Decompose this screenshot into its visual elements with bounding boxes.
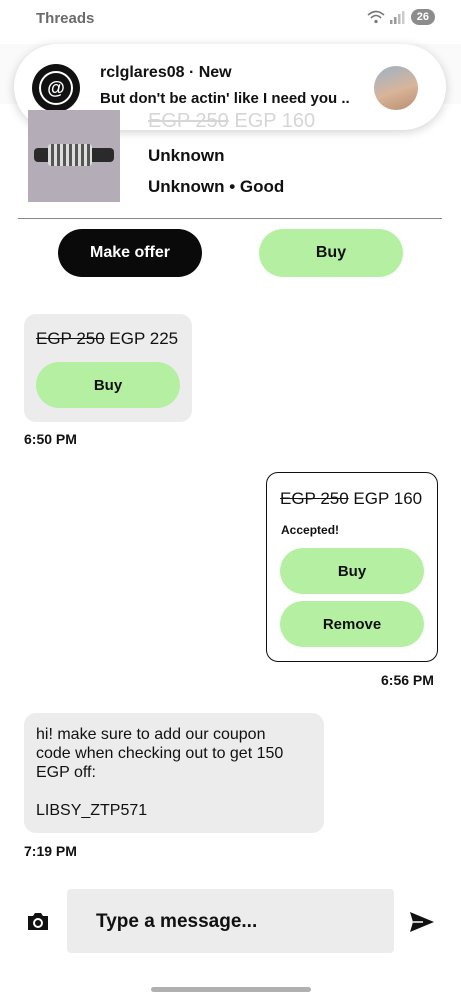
product-original-price: EGP 250 <box>148 110 229 132</box>
offer-price-line: EGP 250 EGP 160 <box>280 489 422 509</box>
send-icon[interactable] <box>409 910 435 934</box>
offer-bubble-accepted: EGP 250 EGP 160 Accepted! Buy Remove <box>266 472 438 662</box>
message-line: hi! make sure to add our coupon <box>36 726 266 743</box>
wifi-icon <box>367 10 385 24</box>
offer-buy-button[interactable]: Buy <box>280 548 424 594</box>
make-offer-button[interactable]: Make offer <box>58 229 202 277</box>
notification-avatar <box>374 66 418 110</box>
product-current-price: EGP 160 <box>234 110 316 132</box>
divider <box>18 218 442 219</box>
message-bubble: hi! make sure to add our coupon code whe… <box>24 713 324 833</box>
product-meta: Unknown • Good <box>148 177 285 196</box>
offer-original-price: EGP 250 <box>36 329 105 348</box>
message-line-gap <box>36 782 312 801</box>
message-line: EGP off: <box>36 764 96 781</box>
offer-remove-button[interactable]: Remove <box>280 601 424 647</box>
signal-icon <box>389 11 405 24</box>
offer-status: Accepted! <box>281 523 340 537</box>
product-image[interactable] <box>28 110 120 202</box>
message-time: 6:56 PM <box>381 672 434 688</box>
product-brand: Unknown <box>148 146 225 165</box>
message-input[interactable]: Type a message... <box>67 889 394 953</box>
buy-button[interactable]: Buy <box>259 229 403 277</box>
status-icons: 26 <box>367 9 435 25</box>
offer-bubble: EGP 250 EGP 225 Buy <box>24 314 192 422</box>
offer-price: EGP 160 <box>353 489 423 508</box>
message-time: 6:50 PM <box>24 431 77 447</box>
message-time: 7:19 PM <box>24 843 77 859</box>
offer-price-line: EGP 250 EGP 225 <box>36 329 178 349</box>
home-indicator[interactable] <box>151 987 311 992</box>
message-line: code when checking out to get 150 <box>36 745 284 762</box>
threads-logo-icon: @ <box>32 64 80 112</box>
product-price: EGP 250 EGP 160 <box>148 110 315 133</box>
camera-icon[interactable] <box>26 910 50 932</box>
status-bar: Threads 26 <box>0 0 461 38</box>
offer-price: EGP 225 <box>109 329 179 348</box>
notification-title: rclglares08 · New <box>100 64 232 81</box>
coupon-code[interactable]: LIBSY_ZTP571 <box>36 801 312 820</box>
offer-buy-button[interactable]: Buy <box>36 362 180 408</box>
message-input-placeholder: Type a message... <box>96 911 258 932</box>
status-app-name: Threads <box>36 10 95 27</box>
battery-badge: 26 <box>410 9 435 25</box>
belt-studs <box>48 144 92 166</box>
offer-original-price: EGP 250 <box>280 489 349 508</box>
notification-body: But don't be actin' like I need you ... <box>100 90 350 107</box>
